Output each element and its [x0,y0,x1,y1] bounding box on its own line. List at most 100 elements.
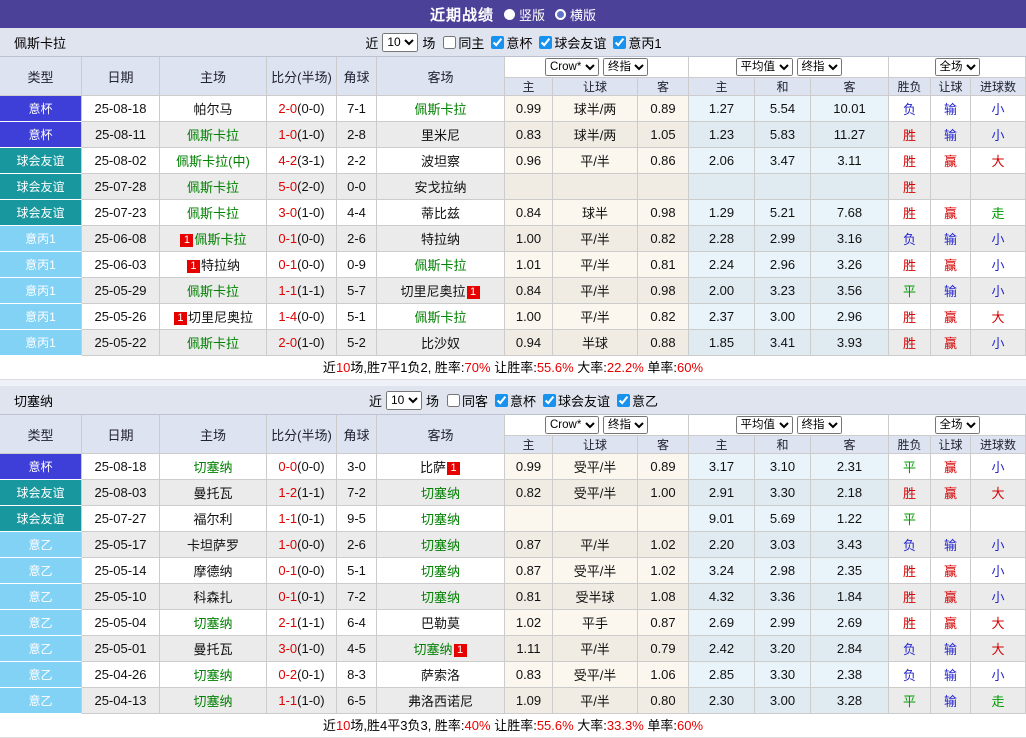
avg-home-odds: 2.00 [689,278,755,304]
avg-source-select[interactable]: 平均值 [736,416,793,434]
fulltime-score: 1-1 [278,283,297,298]
odds-stage-select[interactable]: 终指 [603,416,648,434]
filter-controls: 近10场同客意杯球会友谊意乙 [368,391,658,410]
column-header: 日期 [82,415,160,454]
avg-draw-odds: 3.10 [755,454,811,480]
column-header: 比分(半场) [267,415,337,454]
recent-count-select[interactable]: 10 [386,391,422,410]
away-team: 比沙奴 [377,330,505,356]
team-label: 曼托瓦 [193,486,232,501]
avg-home-odds: 3.24 [689,558,755,584]
odds-source-select[interactable]: Crow* [545,58,599,76]
result-outcome: 胜 [889,252,931,278]
team-label: 比萨 [420,460,446,475]
league-filter-2[interactable]: 意丙1 [609,33,661,52]
sub-column-header: 主 [689,78,755,96]
type-badge: 意丙1 [0,330,82,356]
team-label: 波坦察 [421,154,460,169]
avg-away-odds: 3.93 [811,330,889,356]
column-header: 角球 [337,415,377,454]
fulltime-score: 1-0 [278,127,297,142]
sub-column-header: 和 [755,78,811,96]
score: 1-0(1-0) [267,122,337,148]
avg-away-odds: 2.31 [811,454,889,480]
venue-filter[interactable]: 同主 [439,33,484,52]
odds-source-select[interactable]: Crow* [545,416,599,434]
corner-score: 7-2 [337,584,377,610]
league-filter-2[interactable]: 意乙 [613,391,658,410]
league-filter-0-checkbox[interactable] [495,394,508,407]
fulltime-score: 4-2 [278,153,297,168]
handicap-away-odds [638,174,689,200]
column-header: 客场 [377,415,505,454]
league-filter-1[interactable]: 球会友谊 [539,391,610,410]
venue-filter[interactable]: 同客 [443,391,488,410]
result-handicap [931,174,971,200]
match-date: 25-06-08 [82,226,160,252]
handicap-line: 受平/半 [553,480,638,506]
league-filter-0[interactable]: 意杯 [487,33,532,52]
handicap-away-odds: 0.89 [638,96,689,122]
league-filter-1[interactable]: 球会友谊 [535,33,606,52]
halftime-score: (0-0) [297,459,324,474]
venue-filter-checkbox[interactable] [443,36,456,49]
avg-stage-select[interactable]: 终指 [797,58,842,76]
layout-option-horizontal[interactable]: 横版 [555,5,596,24]
score: 1-2(1-1) [267,480,337,506]
handicap-home-odds: 1.00 [505,226,553,252]
league-filter-2-checkbox[interactable] [617,394,630,407]
handicap-away-odds: 0.98 [638,200,689,226]
match-row: 球会友谊25-07-28佩斯卡拉5-0(2-0)0-0安戈拉纳胜 [0,174,1026,200]
league-filter-0-checkbox[interactable] [491,36,504,49]
score: 1-1(1-0) [267,688,337,714]
league-filter-1-checkbox[interactable] [543,394,556,407]
avg-home-odds: 2.69 [689,610,755,636]
handicap-home-odds: 1.11 [505,636,553,662]
match-row: 意丙125-06-031特拉纳0-1(0-0)0-9佩斯卡拉1.01平/半0.8… [0,252,1026,278]
recent-count-select[interactable]: 10 [382,33,418,52]
avg-draw-odds: 3.47 [755,148,811,174]
away-team: 切塞纳 [377,558,505,584]
handicap-line: 平/半 [553,532,638,558]
team-section-cesena: 切塞纳 近10场同客意杯球会友谊意乙 类型日期主场比分(半场)角球客场Crow*… [0,386,1026,738]
avg-source-select[interactable]: 平均值 [736,58,793,76]
team-label: 切塞纳 [421,538,460,553]
venue-filter-label: 同客 [462,391,488,410]
handicap-home-odds: 0.87 [505,558,553,584]
sub-column-header: 进球数 [971,436,1026,454]
layout-option-vertical[interactable]: 竖版 [504,5,545,24]
league-filter-1-label: 球会友谊 [558,391,610,410]
away-team: 切塞纳 [377,480,505,506]
score: 2-0(1-0) [267,330,337,356]
filter-controls: 近10场同主意杯球会友谊意丙1 [364,33,661,52]
league-filter-0[interactable]: 意杯 [491,391,536,410]
venue-filter-checkbox[interactable] [447,394,460,407]
home-team: 佩斯卡拉 [160,278,267,304]
league-filter-1-checkbox[interactable] [539,36,552,49]
sub-column-header: 主 [505,436,553,454]
halftime-score: (0-1) [297,511,324,526]
halftime-score: (0-1) [297,589,324,604]
sub-column-header: 主 [505,78,553,96]
result-goals: 小 [971,96,1026,122]
home-team: 1切里尼奥拉 [160,304,267,330]
odds-stage-select[interactable]: 终指 [603,58,648,76]
result-outcome: 胜 [889,610,931,636]
avg-stage-select[interactable]: 终指 [797,416,842,434]
score: 1-0(0-0) [267,532,337,558]
red-1-badge: 1 [447,462,460,475]
match-date: 25-06-03 [82,252,160,278]
team-label: 帕尔马 [193,102,232,117]
sub-column-header: 让球 [931,78,971,96]
red-1-badge: 1 [180,234,193,247]
team-label: 萨索洛 [421,668,460,683]
odds-dropdown-group: Crow*终指 [505,415,689,436]
scope-select[interactable]: 全场 [935,416,980,434]
corner-score: 3-0 [337,454,377,480]
scope-select[interactable]: 全场 [935,58,980,76]
league-filter-2-checkbox[interactable] [613,36,626,49]
matches-table: 类型日期主场比分(半场)角球客场Crow*终指平均值终指全场主让球客主和客胜负让… [0,414,1026,714]
team-label: 切塞纳 [193,616,232,631]
result-handicap: 输 [931,662,971,688]
team-label: 切塞纳 [421,564,460,579]
